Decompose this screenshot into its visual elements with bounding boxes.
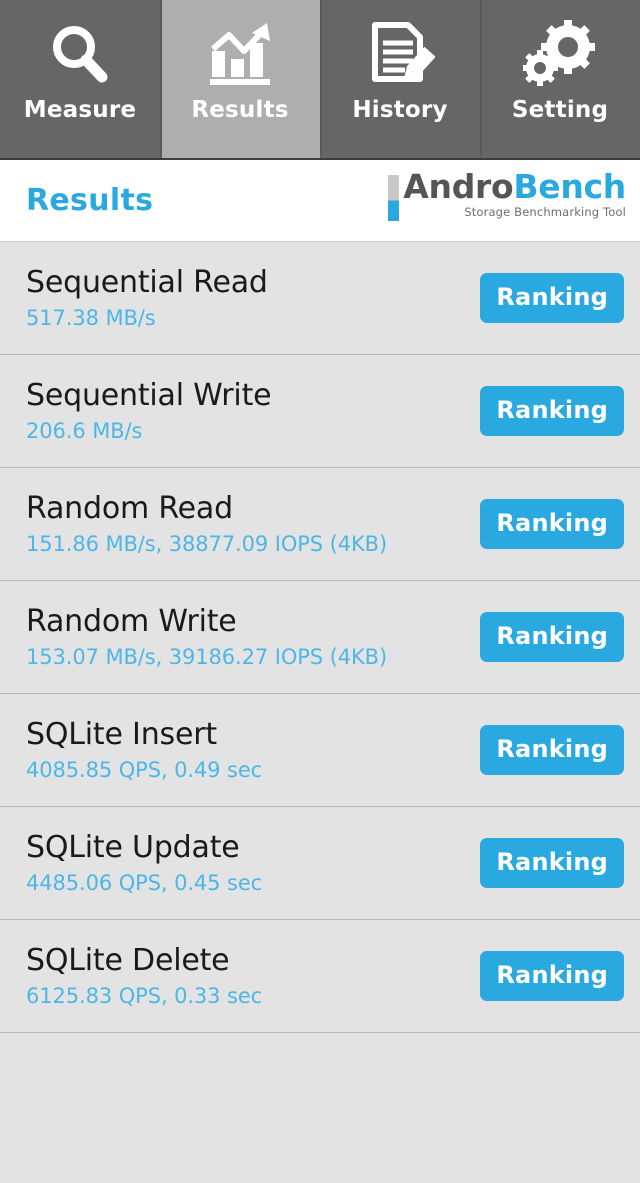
logo-word-andro: Andro — [403, 167, 514, 206]
result-value: 6125.83 QPS, 0.33 sec — [26, 984, 263, 1008]
logo-tagline: Storage Benchmarking Tool — [464, 205, 626, 219]
result-value: 517.38 MB/s — [26, 306, 156, 330]
tab-history[interactable]: History — [320, 0, 480, 158]
tab-history-label: History — [352, 97, 448, 123]
ranking-button[interactable]: Ranking — [480, 951, 624, 1001]
ranking-button[interactable]: Ranking — [480, 838, 624, 888]
result-texts: Random Write 153.07 MB/s, 39186.27 IOPS … — [26, 603, 387, 671]
page-title: Results — [26, 183, 154, 218]
bar-chart-icon — [160, 18, 320, 92]
gears-icon — [480, 18, 640, 92]
logo-word-bench: Bench — [513, 167, 626, 206]
page-header: Results AndroBench Storage Benchmarking … — [0, 160, 640, 242]
logo-bar-icon — [388, 175, 400, 221]
tab-measure[interactable]: Measure — [0, 0, 160, 158]
tab-measure-label: Measure — [23, 97, 137, 123]
result-value: 153.07 MB/s, 39186.27 IOPS (4KB) — [26, 645, 388, 669]
result-name: Sequential Read — [26, 265, 268, 300]
tab-results[interactable]: Results — [160, 0, 320, 158]
result-texts: SQLite Update 4485.06 QPS, 0.45 sec — [26, 829, 262, 897]
result-name: SQLite Delete — [26, 943, 230, 978]
result-name: Random Read — [26, 491, 233, 526]
ranking-button[interactable]: Ranking — [480, 499, 624, 549]
result-value: 4085.85 QPS, 0.49 sec — [26, 758, 263, 782]
table-row: SQLite Insert 4085.85 QPS, 0.49 sec Rank… — [0, 694, 640, 807]
ranking-button[interactable]: Ranking — [480, 386, 624, 436]
tab-setting-label: Setting — [511, 97, 609, 123]
result-value: 151.86 MB/s, 38877.09 IOPS (4KB) — [26, 532, 388, 556]
result-texts: Sequential Read 517.38 MB/s — [26, 264, 268, 332]
table-row: Sequential Write 206.6 MB/s Ranking — [0, 355, 640, 468]
logo-wordmark: AndroBench — [403, 170, 626, 204]
result-value: 206.6 MB/s — [26, 419, 143, 443]
table-row: SQLite Delete 6125.83 QPS, 0.33 sec Rank… — [0, 920, 640, 1033]
result-texts: SQLite Insert 4085.85 QPS, 0.49 sec — [26, 716, 262, 784]
result-name: SQLite Update — [26, 830, 240, 865]
ranking-button[interactable]: Ranking — [480, 612, 624, 662]
result-name: Random Write — [26, 604, 237, 639]
table-row: Random Read 151.86 MB/s, 38877.09 IOPS (… — [0, 468, 640, 581]
androbench-logo: AndroBench Storage Benchmarking Tool — [388, 170, 626, 221]
main-tabbar: Measure Results History Setting — [0, 0, 640, 160]
document-pencil-icon — [320, 18, 480, 92]
results-list: Sequential Read 517.38 MB/s Ranking Sequ… — [0, 242, 640, 1033]
result-texts: SQLite Delete 6125.83 QPS, 0.33 sec — [26, 942, 262, 1010]
magnifier-icon — [0, 18, 160, 92]
result-texts: Random Read 151.86 MB/s, 38877.09 IOPS (… — [26, 490, 387, 558]
result-value: 4485.06 QPS, 0.45 sec — [26, 871, 263, 895]
ranking-button[interactable]: Ranking — [480, 273, 624, 323]
ranking-button[interactable]: Ranking — [480, 725, 624, 775]
table-row: SQLite Update 4485.06 QPS, 0.45 sec Rank… — [0, 807, 640, 920]
logo-text: AndroBench Storage Benchmarking Tool — [403, 170, 626, 220]
tab-setting[interactable]: Setting — [480, 0, 640, 158]
result-texts: Sequential Write 206.6 MB/s — [26, 377, 272, 445]
table-row: Sequential Read 517.38 MB/s Ranking — [0, 242, 640, 355]
result-name: Sequential Write — [26, 378, 272, 413]
tab-results-label: Results — [191, 97, 289, 123]
androbench-results-screen: Measure Results History Setting Results … — [0, 0, 640, 1183]
result-name: SQLite Insert — [26, 717, 217, 752]
table-row: Random Write 153.07 MB/s, 39186.27 IOPS … — [0, 581, 640, 694]
